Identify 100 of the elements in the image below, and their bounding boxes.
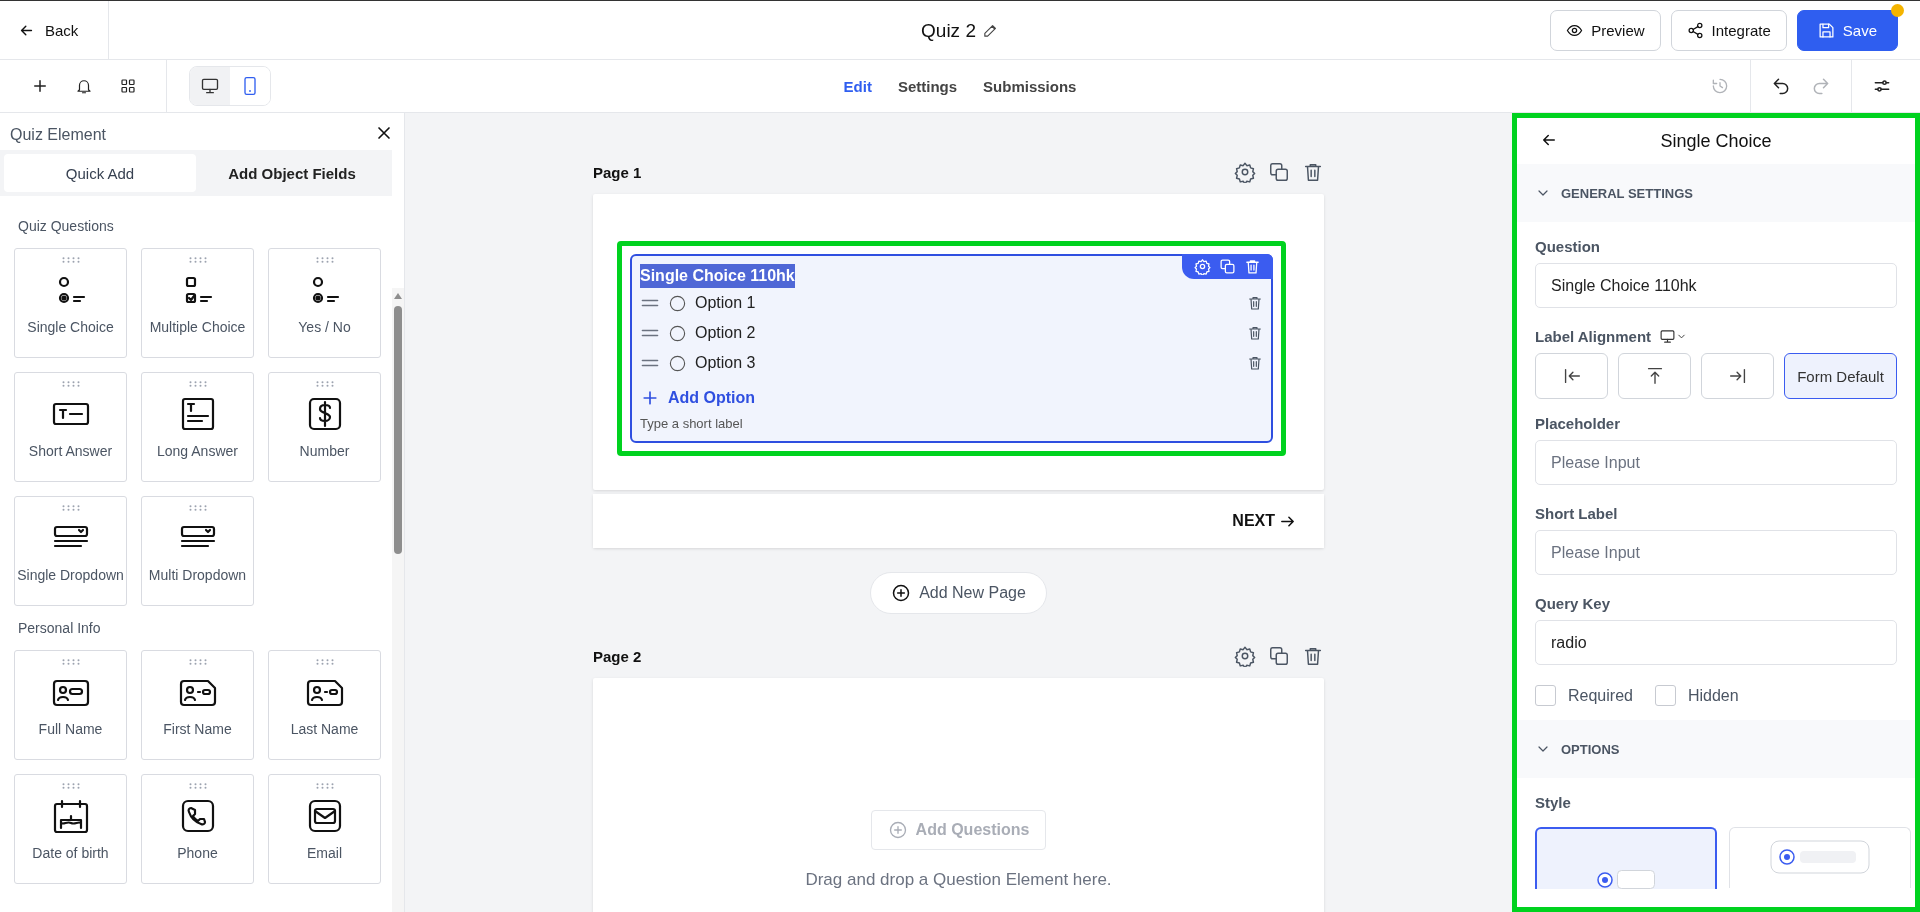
next-button[interactable]: NEXT xyxy=(593,494,1324,548)
section-title: Personal Info xyxy=(18,620,102,636)
trash-icon xyxy=(1247,355,1263,371)
desktop-view-button[interactable] xyxy=(190,67,230,105)
section-title: Quiz Questions xyxy=(18,218,115,234)
field-label: Short Label xyxy=(1535,505,1619,522)
element-tile[interactable]: First Name xyxy=(141,650,254,760)
field-label: Query Key xyxy=(1535,595,1612,612)
plus-icon xyxy=(31,77,49,95)
element-tile[interactable]: Multi Dropdown xyxy=(141,496,254,606)
style-option[interactable] xyxy=(1535,827,1717,889)
checkbox[interactable] xyxy=(1535,685,1556,706)
quiz-title: Quiz 2 xyxy=(921,19,976,42)
page-title: Page 1 xyxy=(593,163,642,181)
undo-icon xyxy=(1771,76,1791,96)
element-tile[interactable]: Phone xyxy=(141,774,254,884)
checkbox-label[interactable]: Required xyxy=(1568,686,1633,705)
drag-handle-icon xyxy=(60,381,81,387)
settings-icon xyxy=(1234,645,1256,667)
drag-handle-icon xyxy=(187,659,208,665)
settings-icon xyxy=(1234,161,1256,183)
drag-handle-icon xyxy=(60,257,81,263)
option-label[interactable]: Option 3 xyxy=(695,354,756,372)
page-title: Page 2 xyxy=(593,647,642,665)
option-label[interactable]: Option 2 xyxy=(695,324,756,342)
short-label-hint: Type a short label xyxy=(640,416,744,431)
trash-icon xyxy=(1302,645,1324,667)
add-page-button[interactable]: Add New Page xyxy=(870,572,1047,614)
monitor-icon xyxy=(1659,328,1677,345)
drag-handle-icon xyxy=(187,381,208,387)
preview-button[interactable]: Preview xyxy=(1550,10,1661,51)
element-tile[interactable]: Full Name xyxy=(14,650,127,760)
drag-handle-icon xyxy=(314,381,335,387)
nav-tab[interactable]: Settings xyxy=(897,69,958,103)
drag-handle-icon xyxy=(60,783,81,789)
panel-title: Quiz Element xyxy=(10,125,107,144)
panel-tab[interactable]: Add Object Fields xyxy=(196,154,388,192)
integrate-button[interactable]: Integrate xyxy=(1670,10,1787,51)
field-label: Label Alignment xyxy=(1535,328,1652,345)
plus-circle-icon xyxy=(887,820,908,840)
scroll-up-icon[interactable] xyxy=(393,292,403,300)
drag-handle-icon xyxy=(187,505,208,511)
copy-icon xyxy=(1268,645,1290,667)
text-input[interactable]: radio xyxy=(1535,620,1897,665)
add-option-button[interactable]: Add Option xyxy=(640,388,756,408)
checkbox[interactable] xyxy=(1654,685,1676,706)
drag-handle-icon xyxy=(314,257,335,263)
radio-icon xyxy=(668,353,687,373)
element-tile[interactable]: Date of birth xyxy=(14,774,127,884)
question-title[interactable]: Single Choice 110hk xyxy=(640,264,795,288)
drag-handle-icon xyxy=(187,783,208,789)
settings-icon xyxy=(1194,258,1211,275)
radio-icon xyxy=(668,323,687,343)
alignment-option[interactable]: Form Default xyxy=(1784,353,1897,399)
element-tile[interactable]: Short Answer xyxy=(14,372,127,482)
empty-state-text: Drag and drop a Question Element here. xyxy=(805,870,1112,890)
field-label: Style xyxy=(1535,794,1572,811)
eye-icon xyxy=(1566,22,1584,39)
history-icon xyxy=(1710,76,1730,96)
element-tile[interactable]: Last Name xyxy=(268,650,381,760)
checkbox-label[interactable]: Hidden xyxy=(1687,686,1739,705)
element-tile[interactable]: Multiple Choice xyxy=(141,248,254,358)
section-header[interactable]: GENERAL SETTINGS xyxy=(1517,164,1915,222)
alignment-option[interactable] xyxy=(1535,353,1608,399)
drag-handle-icon xyxy=(60,659,81,665)
copy-icon xyxy=(1219,258,1236,275)
element-tile[interactable]: Number xyxy=(268,372,381,482)
nav-tab[interactable]: Edit xyxy=(843,69,872,103)
share-icon xyxy=(1686,22,1704,39)
element-tile[interactable]: Long Answer xyxy=(141,372,254,482)
nav-tab[interactable]: Submissions xyxy=(983,69,1077,103)
panel-title: Single Choice xyxy=(1659,130,1773,152)
option-label[interactable]: Option 1 xyxy=(695,294,756,312)
element-tile[interactable]: Single Choice xyxy=(14,248,127,358)
drag-handle-icon xyxy=(314,659,335,665)
question-block[interactable]: Single Choice 110hk Option 1 Option 2 Option 3 Add Option Type a short label xyxy=(630,254,1273,443)
save-button[interactable]: Save xyxy=(1796,10,1898,51)
element-tile[interactable]: Yes / No xyxy=(268,248,381,358)
field-label: Placeholder xyxy=(1535,415,1622,432)
grid-icon xyxy=(119,77,137,95)
radio-icon xyxy=(668,293,687,313)
section-header[interactable]: OPTIONS xyxy=(1517,720,1915,778)
element-tile[interactable]: Single Dropdown xyxy=(14,496,127,606)
panel-tab[interactable]: Quick Add xyxy=(4,154,196,192)
element-tile[interactable]: Email xyxy=(268,774,381,884)
question-input[interactable]: Single Choice 110hk xyxy=(1535,263,1897,308)
scrollbar[interactable] xyxy=(392,288,404,912)
back-button[interactable]: Back xyxy=(0,1,110,60)
redo-icon xyxy=(1811,76,1831,96)
drag-handle-icon xyxy=(314,783,335,789)
trash-icon xyxy=(1302,161,1324,183)
plus-circle-icon xyxy=(891,583,912,603)
drag-handle-icon xyxy=(187,257,208,263)
trash-icon xyxy=(1244,258,1261,275)
trash-icon xyxy=(1247,325,1263,341)
alignment-option[interactable] xyxy=(1701,353,1774,399)
monitor-icon xyxy=(200,76,220,96)
text-input[interactable]: Please Input xyxy=(1535,440,1897,485)
text-input[interactable]: Please Input xyxy=(1535,530,1897,575)
pencil-icon xyxy=(981,22,999,39)
